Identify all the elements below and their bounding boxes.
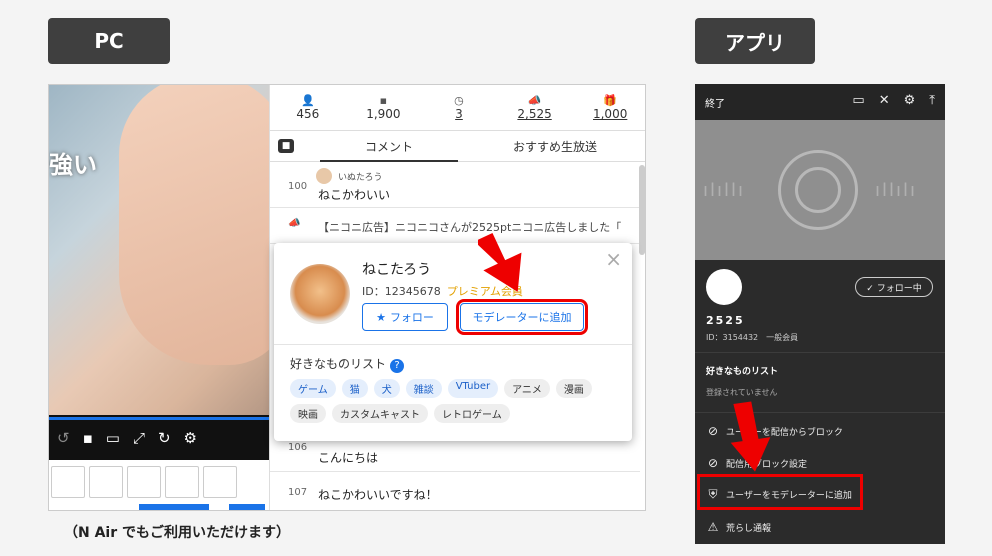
help-icon[interactable]: ? <box>390 359 405 373</box>
settings-icon[interactable]: ⚙ <box>184 429 197 447</box>
comment-text: ねこかわいいですね！ <box>318 488 438 502</box>
divider <box>274 344 632 345</box>
gift-slot[interactable] <box>51 466 85 498</box>
comment-text: 【ニコニ広告】ニコニコさんが2525ptニコニ広告しました「 <box>318 221 622 234</box>
comment-icon: ▪ <box>379 94 388 107</box>
stat-comments: ▪ 1,900 <box>346 85 422 130</box>
app-label: アプリ <box>695 18 815 64</box>
comment-text: こんにちは <box>318 451 379 465</box>
tag[interactable]: 犬 <box>373 379 400 398</box>
gift-slot[interactable] <box>203 466 237 498</box>
stat-ad[interactable]: 📣 2,525 <box>497 85 573 130</box>
close-icon[interactable]: × <box>605 247 622 271</box>
tag[interactable]: 映画 <box>290 404 326 423</box>
comment-row[interactable]: 100 いぬたろう ねこかわいい <box>270 164 640 208</box>
tag[interactable]: カスタムキャスト <box>332 404 428 423</box>
tag[interactable]: ゲーム <box>290 379 336 398</box>
audio-avatar-icon <box>778 150 858 230</box>
app-likes-empty: 登録されていません <box>706 388 778 397</box>
comment-row[interactable]: 📣 【ニコニ広告】ニコニコさんが2525ptニコニ広告しました「 <box>270 208 640 244</box>
scrollbar[interactable] <box>639 165 645 255</box>
gift-slot[interactable] <box>89 466 123 498</box>
user-name: ねこたろう <box>362 262 432 278</box>
app-screenshot: 終了 ▭ ✕ ⚙ ⤒ ılıllı ıllılı ✓ フォロー中 2525 ID… <box>695 84 945 544</box>
gift-icon: 🎁 <box>603 94 618 107</box>
user-avatar <box>290 264 350 324</box>
action-button[interactable] <box>139 504 209 510</box>
stat-gift[interactable]: 🎁 1,000 <box>572 85 645 130</box>
tag[interactable]: レトロゲーム <box>434 404 510 423</box>
gift-slot[interactable] <box>165 466 199 498</box>
shield-user-icon: ⛨ <box>708 487 718 501</box>
follow-button[interactable]: ★ フォロー <box>362 303 448 331</box>
footnote: （N Air でもご利用いただけます） <box>64 525 291 541</box>
comment-toggle-icon[interactable]: ▪ <box>83 429 93 447</box>
add-moderator-item[interactable]: ⛨ ユーザーをモデレーターに追加 <box>706 487 851 501</box>
ad-icon: 📣 <box>288 218 301 229</box>
audio-visual: ılıllı ıllılı <box>695 120 945 260</box>
user-icon: 👤 <box>300 94 315 107</box>
share-icon[interactable]: ⤒ <box>929 93 935 108</box>
block-settings-icon: ⊘ <box>707 456 719 470</box>
report-icon: ⚠ <box>707 520 719 534</box>
gift-slots <box>49 460 269 510</box>
block-user-item[interactable]: ⊘ ユーザーを配信からブロック <box>706 424 843 438</box>
tag[interactable]: 雑談 <box>405 379 442 398</box>
app-header: 終了 ▭ ✕ ⚙ ⤒ <box>695 84 945 120</box>
app-follow-button[interactable]: ✓ フォロー中 <box>855 277 933 297</box>
comment-row[interactable]: 107 ねこかわいいですね！ <box>270 475 640 510</box>
app-likes-title: 好きなものリスト <box>706 367 779 377</box>
likes-tags: ゲーム 猫 犬 雑談 VTuber アニメ 漫画 映画 カスタムキャスト レトロ… <box>290 379 620 423</box>
comment-row[interactable]: 106 こんにちは <box>270 436 640 472</box>
stats-bar: 👤 456 ▪ 1,900 ◷ 3 📣 2,525 🎁 1,000 <box>270 85 645 131</box>
star-icon: ★ <box>376 310 386 324</box>
reload-icon[interactable]: ↻ <box>158 429 171 447</box>
likes-title: 好きなものリスト? <box>290 355 405 373</box>
gift-slot[interactable] <box>127 466 161 498</box>
nicoad-icon[interactable]: ■ <box>278 139 294 153</box>
replay-icon[interactable]: ↺ <box>57 429 70 447</box>
tag[interactable]: 猫 <box>341 379 368 398</box>
stat-viewers: 👤 456 <box>270 85 346 130</box>
action-button[interactable] <box>229 504 265 510</box>
mic-off-icon[interactable]: ✕ <box>879 93 890 108</box>
tab-comment[interactable]: コメント <box>320 132 458 162</box>
video-content <box>119 85 269 365</box>
wave-left: ılıllı <box>703 180 746 201</box>
tag[interactable]: 漫画 <box>555 379 592 398</box>
app-user-avatar <box>706 269 742 305</box>
app-user-name: 2525 <box>706 314 745 327</box>
comment-text: ねこかわいい <box>318 188 391 202</box>
fullscreen-icon[interactable]: ⤢ <box>133 429 145 447</box>
tag[interactable]: アニメ <box>504 379 550 398</box>
ad-icon: 📣 <box>527 94 542 107</box>
progress-bar[interactable] <box>49 417 269 420</box>
video-player[interactable]: 強い ↺ ▪ ▭ ⤢ ↻ ⚙ <box>49 85 269 460</box>
video-overlay-text: 強い <box>49 151 97 179</box>
pointer-arrow <box>478 232 522 292</box>
commenter-avatar <box>316 168 332 184</box>
block-user-icon: ⊘ <box>707 424 719 438</box>
tab-recommend[interactable]: おすすめ生放送 <box>470 132 640 162</box>
commenter-name: いぬたろう <box>338 173 383 183</box>
divider <box>695 352 945 353</box>
pc-label: PC <box>48 18 170 64</box>
clock-icon: ◷ <box>454 94 464 107</box>
comment-tabs: ■ コメント おすすめ生放送 <box>270 132 645 162</box>
video-controls: ↺ ▪ ▭ ⤢ ↻ ⚙ <box>49 415 269 460</box>
stat-time[interactable]: ◷ 3 <box>421 85 497 130</box>
app-user-id: ID：3154432 一般会員 <box>706 333 799 342</box>
theater-icon[interactable]: ▭ <box>106 429 120 447</box>
end-button[interactable]: 終了 <box>705 95 725 110</box>
report-item[interactable]: ⚠ 荒らし通報 <box>706 520 771 534</box>
wave-right: ıllılı <box>875 180 918 201</box>
pointer-arrow <box>730 401 771 472</box>
settings-icon[interactable]: ⚙ <box>904 93 916 108</box>
user-popup: ねこたろう ID：12345678 プレミアム会員 ★ フォロー モデレーターに追加… <box>274 243 632 441</box>
camera-icon[interactable]: ▭ <box>852 93 864 108</box>
tag[interactable]: VTuber <box>447 379 499 398</box>
add-moderator-button[interactable]: モデレーターに追加 <box>456 299 588 335</box>
